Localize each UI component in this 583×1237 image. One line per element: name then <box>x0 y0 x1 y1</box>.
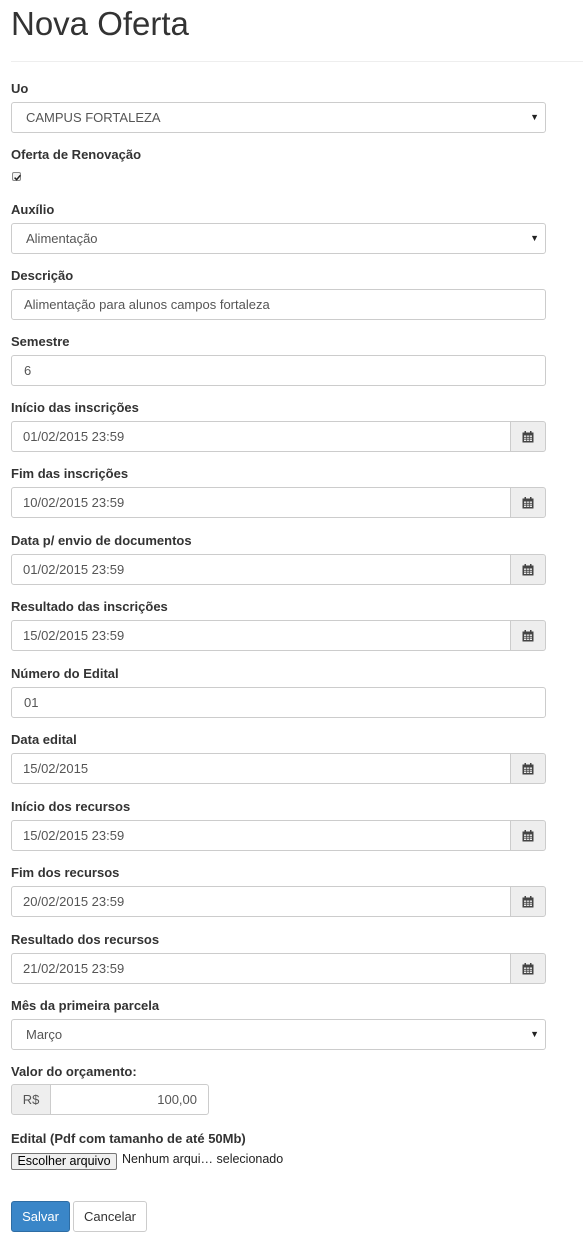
calendar-icon <box>522 630 534 642</box>
currency-prefix: R$ <box>11 1084 51 1115</box>
numero-edital-input[interactable]: 01 <box>11 687 546 718</box>
file-status: Nenhum arqui… selecionado <box>122 1152 284 1166</box>
data-edital-input[interactable]: 15/02/2015 <box>11 753 511 784</box>
inicio-inscricoes-label: Início das inscrições <box>11 400 139 415</box>
inicio-inscricoes-group: 01/02/2015 23:59 <box>11 421 546 452</box>
uo-value: CAMPUS FORTALEZA <box>26 110 161 125</box>
resultado-recursos-group: 21/02/2015 23:59 <box>11 953 546 984</box>
envio-documentos-group: 01/02/2015 23:59 <box>11 554 546 585</box>
calendar-icon <box>522 830 534 842</box>
edital-file-label: Edital (Pdf com tamanho de até 50Mb) <box>11 1131 246 1146</box>
inicio-recursos-label: Início dos recursos <box>11 799 131 814</box>
fim-recursos-group: 20/02/2015 23:59 <box>11 886 546 917</box>
chevron-down-icon: ▼ <box>530 1029 539 1039</box>
calendar-icon <box>522 497 534 509</box>
data-edital-calendar-button[interactable] <box>510 753 546 784</box>
orcamento-label: Valor do orçamento: <box>11 1064 137 1079</box>
resultado-inscricoes-input[interactable]: 15/02/2015 23:59 <box>11 620 511 651</box>
inicio-recursos-calendar-button[interactable] <box>510 820 546 851</box>
envio-documentos-input[interactable]: 01/02/2015 23:59 <box>11 554 511 585</box>
save-button[interactable]: Salvar <box>11 1201 70 1232</box>
mes-parcela-label: Mês da primeira parcela <box>11 998 160 1013</box>
calendar-icon <box>522 963 534 975</box>
check-icon <box>14 174 21 181</box>
descricao-input[interactable]: Alimentação para alunos campos fortaleza <box>11 289 546 320</box>
chevron-down-icon: ▼ <box>530 112 539 122</box>
resultado-inscricoes-label: Resultado das inscrições <box>11 599 168 614</box>
envio-documentos-label: Data p/ envio de documentos <box>11 533 192 548</box>
inicio-recursos-group: 15/02/2015 23:59 <box>11 820 546 851</box>
semestre-input[interactable]: 6 <box>11 355 546 386</box>
renovacao-label: Oferta de Renovação <box>11 147 142 162</box>
fim-inscricoes-calendar-button[interactable] <box>510 487 546 518</box>
calendar-icon <box>522 431 534 443</box>
resultado-inscricoes-calendar-button[interactable] <box>510 620 546 651</box>
orcamento-group: R$ 100,00 <box>11 1084 209 1115</box>
data-edital-group: 15/02/2015 <box>11 753 546 784</box>
resultado-recursos-calendar-button[interactable] <box>510 953 546 984</box>
calendar-icon <box>522 896 534 908</box>
inicio-inscricoes-input[interactable]: 01/02/2015 23:59 <box>11 421 511 452</box>
semestre-label: Semestre <box>11 334 70 349</box>
calendar-icon <box>522 763 534 775</box>
fim-recursos-calendar-button[interactable] <box>510 886 546 917</box>
renovacao-checkbox[interactable] <box>12 172 21 181</box>
resultado-inscricoes-group: 15/02/2015 23:59 <box>11 620 546 651</box>
data-edital-label: Data edital <box>11 732 77 747</box>
fim-inscricoes-input[interactable]: 10/02/2015 23:59 <box>11 487 511 518</box>
inicio-inscricoes-calendar-button[interactable] <box>510 421 546 452</box>
divider <box>11 61 583 62</box>
inicio-recursos-input[interactable]: 15/02/2015 23:59 <box>11 820 511 851</box>
uo-label: Uo <box>11 81 29 96</box>
fim-recursos-label: Fim dos recursos <box>11 865 120 880</box>
fim-inscricoes-group: 10/02/2015 23:59 <box>11 487 546 518</box>
auxilio-select[interactable]: Alimentação ▼ <box>11 223 546 254</box>
resultado-recursos-label: Resultado dos recursos <box>11 932 160 947</box>
resultado-recursos-input[interactable]: 21/02/2015 23:59 <box>11 953 511 984</box>
mes-parcela-select[interactable]: Março ▼ <box>11 1019 546 1050</box>
mes-parcela-value: Março <box>26 1027 63 1042</box>
fim-inscricoes-label: Fim das inscrições <box>11 466 129 481</box>
orcamento-input[interactable]: 100,00 <box>50 1084 209 1115</box>
envio-documentos-calendar-button[interactable] <box>510 554 546 585</box>
auxilio-label: Auxílio <box>11 202 55 217</box>
cancel-button[interactable]: Cancelar <box>73 1201 147 1232</box>
choose-file-button[interactable]: Escolher arquivo <box>11 1153 117 1170</box>
numero-edital-label: Número do Edital <box>11 666 119 681</box>
page-title: Nova Oferta <box>11 5 189 42</box>
auxilio-value: Alimentação <box>26 231 98 246</box>
chevron-down-icon: ▼ <box>530 233 539 243</box>
uo-select[interactable]: CAMPUS FORTALEZA ▼ <box>11 102 546 133</box>
calendar-icon <box>522 564 534 576</box>
descricao-label: Descrição <box>11 268 74 283</box>
fim-recursos-input[interactable]: 20/02/2015 23:59 <box>11 886 511 917</box>
